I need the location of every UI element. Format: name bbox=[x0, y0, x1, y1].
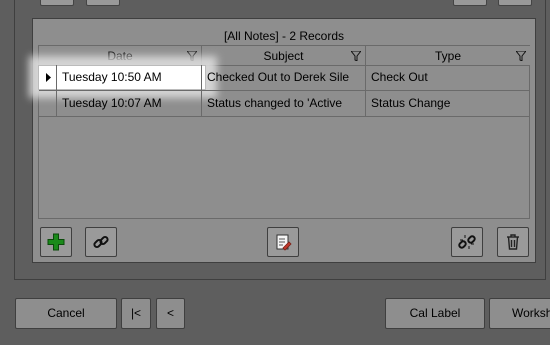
cell-subject[interactable]: Checked Out to Derek Sile bbox=[202, 65, 366, 90]
add-icon bbox=[47, 233, 65, 251]
workshop-button[interactable]: Worksh bbox=[489, 298, 550, 329]
row-pointer-icon bbox=[46, 73, 51, 82]
unlink-button[interactable] bbox=[451, 227, 483, 257]
cell-type[interactable]: Check Out bbox=[366, 65, 530, 90]
column-label-type: Type bbox=[434, 49, 461, 63]
edit-note-button[interactable] bbox=[267, 227, 299, 257]
link-button[interactable] bbox=[85, 227, 117, 257]
cancel-button[interactable]: Cancel bbox=[15, 298, 117, 329]
right-divider bbox=[545, 0, 546, 280]
column-header-type[interactable]: Type bbox=[366, 46, 530, 66]
cell-subject[interactable]: Status changed to 'Active bbox=[202, 91, 366, 116]
table-row[interactable]: Tuesday 10:50 AM Checked Out to Derek Si… bbox=[39, 65, 530, 91]
left-divider bbox=[14, 0, 15, 280]
add-note-button[interactable] bbox=[40, 227, 72, 257]
column-label-subject: Subject bbox=[263, 49, 304, 63]
cell-date[interactable]: Tuesday 10:07 AM bbox=[57, 91, 202, 116]
top-button-1[interactable] bbox=[40, 0, 74, 6]
cell-type[interactable]: Status Change bbox=[366, 91, 530, 116]
top-button-4[interactable] bbox=[498, 0, 532, 6]
top-button-3[interactable] bbox=[453, 0, 487, 6]
column-header-subject[interactable]: Subject bbox=[202, 46, 366, 66]
trash-icon bbox=[507, 234, 519, 250]
notes-title: [All Notes] - 2 Records bbox=[223, 29, 345, 43]
filter-icon[interactable] bbox=[351, 51, 361, 61]
cal-label-button[interactable]: Cal Label bbox=[385, 298, 485, 329]
first-record-button[interactable]: |< bbox=[121, 298, 151, 329]
link-icon bbox=[93, 235, 109, 249]
top-button-2[interactable] bbox=[86, 0, 120, 6]
previous-record-button[interactable]: < bbox=[156, 298, 185, 329]
bottom-divider bbox=[14, 279, 546, 280]
row-selector[interactable] bbox=[39, 65, 57, 90]
row-selector[interactable] bbox=[39, 91, 57, 116]
edit-note-icon bbox=[276, 234, 292, 251]
filter-icon[interactable] bbox=[516, 51, 526, 61]
unlink-icon bbox=[458, 235, 476, 249]
delete-button[interactable] bbox=[497, 227, 529, 257]
cell-date[interactable]: Tuesday 10:50 AM bbox=[57, 65, 202, 90]
table-row[interactable]: Tuesday 10:07 AM Status changed to 'Acti… bbox=[39, 91, 530, 117]
